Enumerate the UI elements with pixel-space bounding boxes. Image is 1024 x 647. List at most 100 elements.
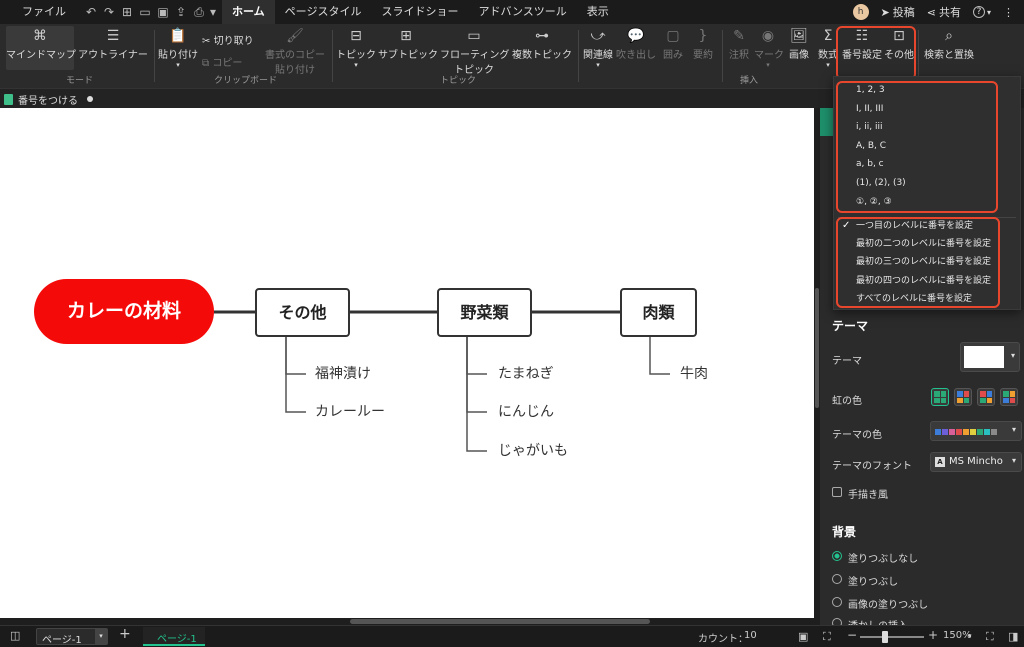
rainbow-option-2[interactable] xyxy=(954,388,972,406)
subtopic-icon: ⊞ xyxy=(400,28,412,44)
sidebar-toggle-icon[interactable]: ◫ xyxy=(10,629,20,642)
floating-topic-button[interactable]: ▭ フローティング トピック xyxy=(440,26,509,76)
image-button[interactable]: 🖼 画像 xyxy=(786,26,812,61)
chevron-down-icon: ▾ xyxy=(354,61,358,69)
handdrawn-checkbox[interactable] xyxy=(832,487,842,497)
document-tab[interactable]: 番号をつける xyxy=(4,91,93,107)
tab-page-style[interactable]: ページスタイル xyxy=(275,0,372,24)
mindmap-mode-button[interactable]: ⌘ マインドマップ xyxy=(6,26,76,70)
bg-option-none-radio[interactable] xyxy=(832,551,842,561)
search-replace-button[interactable]: ⌕ 検索と置換 xyxy=(922,26,976,61)
rainbow-option-1[interactable] xyxy=(931,388,949,406)
fit-width-icon[interactable]: ⛶ xyxy=(823,630,831,644)
theme-select[interactable]: ▾ xyxy=(960,342,1020,372)
bg-option-fill-radio[interactable] xyxy=(832,574,842,584)
mindmap-canvas[interactable] xyxy=(0,108,814,618)
help-icon: ? xyxy=(972,6,985,18)
topic-other[interactable]: その他 xyxy=(255,288,350,337)
zoom-in-icon[interactable]: + xyxy=(928,628,938,642)
subtopic-carrot[interactable]: にんじん xyxy=(498,402,554,422)
subtopic-beef[interactable]: 牛肉 xyxy=(680,364,708,384)
tab-slideshow[interactable]: スライドショー xyxy=(371,0,468,24)
undo-icon[interactable]: ↶ xyxy=(82,5,100,19)
status-bar: ◫ ページ-1 ▾ + ページ-1 カウント： 10 ▣ ⛶ − + 150% … xyxy=(0,625,1024,647)
bg-option-watermark-label: 透かしの挿入 xyxy=(848,617,908,625)
scroll-thumb[interactable] xyxy=(815,288,819,408)
chevron-down-icon: ▾ xyxy=(1010,351,1015,360)
rainbow-option-4[interactable] xyxy=(1000,388,1018,406)
more-icon[interactable]: ⋮ xyxy=(1003,6,1014,19)
theme-thumbnail xyxy=(964,346,1004,368)
note-button[interactable]: ✎ 注釈 xyxy=(726,26,752,61)
topic-vegetables[interactable]: 野菜類 xyxy=(437,288,532,337)
zoom-slider[interactable] xyxy=(860,631,924,643)
clipboard-icon: 📋 xyxy=(169,28,187,44)
tab-home[interactable]: ホーム xyxy=(222,0,275,24)
cut-button[interactable]: ✂ 切り取り xyxy=(202,32,254,47)
callout-button[interactable]: 💬 吹き出し xyxy=(616,26,656,61)
save-icon[interactable]: ▣ xyxy=(154,5,172,19)
zoom-slider-handle[interactable] xyxy=(882,631,888,643)
copy-label: コピー xyxy=(212,58,243,69)
multi-topic-button[interactable]: ⊶ 複数トピック xyxy=(512,26,572,61)
quick-access-more-icon[interactable]: ▾ xyxy=(208,5,218,19)
print-icon[interactable]: ⎙ xyxy=(190,5,208,20)
summary-button[interactable]: } 要約 xyxy=(690,26,716,61)
outliner-mode-button[interactable]: ☰ アウトライナー xyxy=(78,26,148,61)
scroll-thumb[interactable] xyxy=(350,619,650,624)
unsaved-dot-icon[interactable] xyxy=(87,96,93,102)
subtopic-potato[interactable]: じゃがいも xyxy=(498,441,568,461)
theme-color-select[interactable]: ▾ xyxy=(930,421,1022,441)
tab-view[interactable]: 表示 xyxy=(577,0,619,24)
main-topic[interactable]: カレーの材料 xyxy=(34,279,214,344)
share-button[interactable]: ⋖ 共有 xyxy=(927,4,961,20)
horizontal-scrollbar[interactable] xyxy=(0,618,814,625)
bg-option-image-radio[interactable] xyxy=(832,597,842,607)
copy-button[interactable]: ⧉ コピー xyxy=(202,54,242,69)
subtopic-curry-roux[interactable]: カレールー xyxy=(315,402,385,422)
chevron-down-icon[interactable]: ▾ xyxy=(968,632,972,640)
divider xyxy=(918,30,919,82)
image-label: 画像 xyxy=(789,50,809,61)
page-select[interactable]: ページ-1 ▾ xyxy=(36,628,108,646)
panel-toggle-icon[interactable]: ◨ xyxy=(1008,630,1018,643)
format-painter-button[interactable]: 🖌 書式のコピー 貼り付け xyxy=(262,26,328,76)
subtopic-button[interactable]: ⊞ サブトピック xyxy=(378,26,438,61)
open-folder-icon[interactable]: ▭ xyxy=(136,5,154,19)
subtopic-onion[interactable]: たまねぎ xyxy=(498,364,554,384)
theme-font-select[interactable]: A MS Mincho ▾ xyxy=(930,452,1022,472)
summary-label: 要約 xyxy=(693,50,713,61)
image-icon: 🖼 xyxy=(790,28,808,44)
paste-label: 貼り付け xyxy=(158,50,198,61)
chevron-down-icon: ▾ xyxy=(986,7,991,17)
topic-meat[interactable]: 肉類 xyxy=(620,288,697,337)
fullscreen-icon[interactable]: ⛶ xyxy=(986,630,994,644)
publish-button[interactable]: ➤ 投稿 xyxy=(881,4,915,20)
page-tab[interactable]: ページ-1 xyxy=(143,627,205,646)
new-file-icon[interactable]: ⊞ xyxy=(118,5,136,19)
mark-icon: ◉ xyxy=(761,28,775,44)
help-button[interactable]: ? ▾ xyxy=(972,6,991,18)
mark-button[interactable]: ◉ マーク ▾ xyxy=(754,26,784,69)
paste-button[interactable]: 📋 貼り付け ▾ xyxy=(158,26,198,69)
zoom-out-icon[interactable]: − xyxy=(847,628,857,642)
avatar[interactable]: h xyxy=(852,4,869,20)
multi-topic-label: 複数トピック xyxy=(512,50,572,61)
export-icon[interactable]: ⇪ xyxy=(172,5,190,19)
redo-icon[interactable]: ↷ xyxy=(100,5,118,19)
page-select-value: ページ-1 xyxy=(42,635,82,646)
topic-button[interactable]: ⊟ トピック ▾ xyxy=(336,26,376,69)
fit-page-icon[interactable]: ▣ xyxy=(798,630,808,643)
add-page-icon[interactable]: + xyxy=(119,626,131,642)
rainbow-option-3[interactable] xyxy=(977,388,995,406)
connector-lines xyxy=(214,310,670,452)
menu-file[interactable]: ファイル xyxy=(12,0,76,24)
formula-label: 数式 xyxy=(818,50,838,61)
relation-line-button[interactable]: ⤻ 関連線 ▾ xyxy=(582,26,614,69)
boundary-button[interactable]: ▢ 囲み xyxy=(660,26,686,61)
subtopic-fukujinzuke[interactable]: 福神漬け xyxy=(315,364,371,384)
rainbow-label: 虹の色 xyxy=(832,396,862,407)
mark-label: マーク xyxy=(754,50,784,61)
tab-advanced-tools[interactable]: アドバンスツール xyxy=(468,0,576,24)
font-icon: A xyxy=(935,457,945,467)
